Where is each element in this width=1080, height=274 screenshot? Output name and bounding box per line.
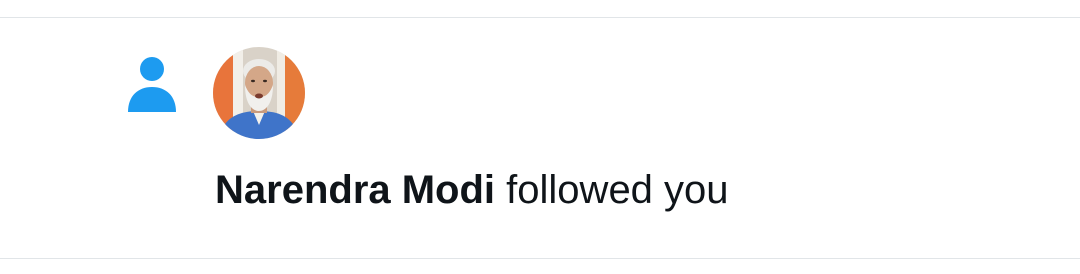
avatar[interactable] (213, 47, 305, 139)
user-name-link[interactable]: Narendra Modi (215, 168, 495, 212)
divider-bottom (0, 258, 1080, 259)
action-text: followed you (506, 168, 729, 212)
person-icon (126, 56, 178, 112)
follow-notification[interactable]: Narendra Modi followed you (0, 18, 1080, 258)
notification-text: Narendra Modi followed you (215, 166, 729, 214)
